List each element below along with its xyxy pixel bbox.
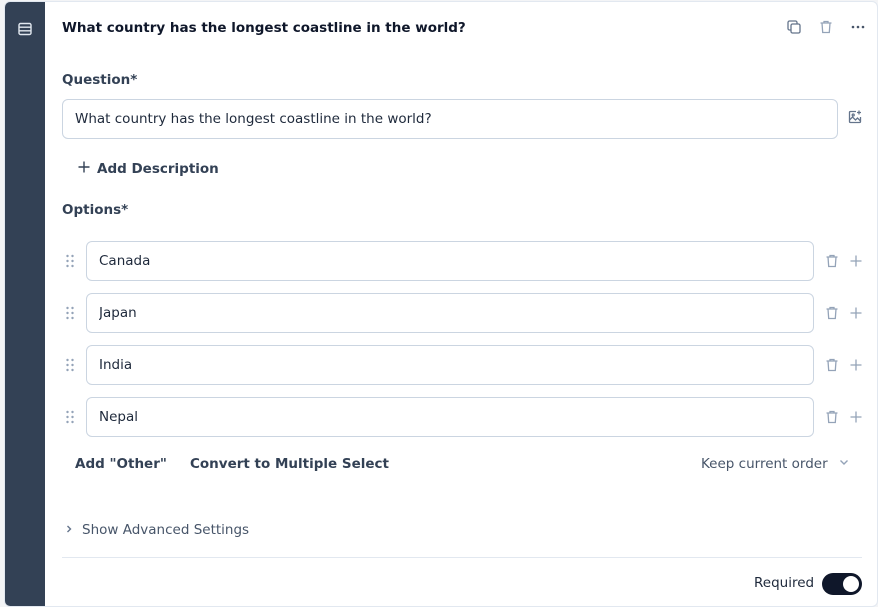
question-title: What country has the longest coastline i… <box>62 20 466 36</box>
divider <box>62 557 862 558</box>
drag-handle-icon[interactable] <box>64 305 76 321</box>
chevron-right-icon <box>64 522 74 538</box>
image-add-icon <box>847 109 863 129</box>
add-image-button[interactable] <box>845 109 865 129</box>
options-label: Options* <box>62 202 129 218</box>
delete-option-button[interactable] <box>822 407 842 427</box>
required-toggle[interactable] <box>822 573 862 595</box>
plus-icon <box>850 307 862 319</box>
required-label: Required <box>754 575 815 591</box>
trash-icon <box>826 254 838 268</box>
add-option-button[interactable] <box>846 251 866 271</box>
option-row <box>62 293 866 333</box>
advanced-settings-toggle[interactable]: Show Advanced Settings <box>64 522 249 538</box>
drag-handle-icon[interactable] <box>64 357 76 373</box>
option-input[interactable] <box>86 397 814 437</box>
trash-icon <box>826 358 838 372</box>
add-description-button[interactable]: Add Description <box>77 158 219 180</box>
convert-multiple-select-button[interactable]: Convert to Multiple Select <box>190 456 389 472</box>
plus-icon <box>850 359 862 371</box>
delete-option-button[interactable] <box>822 355 842 375</box>
plus-icon <box>77 160 91 178</box>
option-row <box>62 241 866 281</box>
order-select[interactable]: Keep current order <box>701 456 850 472</box>
drag-handle-icon[interactable] <box>64 253 76 269</box>
drag-handle-icon[interactable] <box>64 409 76 425</box>
add-option-button[interactable] <box>846 407 866 427</box>
order-select-label: Keep current order <box>701 456 828 472</box>
trash-icon <box>818 19 834 39</box>
question-input[interactable] <box>62 99 838 139</box>
chevron-down-icon <box>838 456 850 472</box>
delete-question-button[interactable] <box>816 19 836 39</box>
option-row <box>62 397 866 437</box>
trash-icon <box>826 306 838 320</box>
toggle-knob <box>843 576 859 592</box>
question-card: What country has the longest coastline i… <box>4 1 878 607</box>
plus-icon <box>850 255 862 267</box>
delete-option-button[interactable] <box>822 251 842 271</box>
option-input[interactable] <box>86 293 814 333</box>
question-label: Question* <box>62 72 138 88</box>
option-row <box>62 345 866 385</box>
plus-icon <box>850 411 862 423</box>
copy-icon <box>786 19 802 39</box>
duplicate-button[interactable] <box>784 19 804 39</box>
add-option-button[interactable] <box>846 355 866 375</box>
card-content: What country has the longest coastline i… <box>45 2 877 606</box>
list-icon <box>17 21 33 37</box>
advanced-settings-label: Show Advanced Settings <box>82 522 250 538</box>
more-options-button[interactable] <box>848 19 868 39</box>
add-option-button[interactable] <box>846 303 866 323</box>
more-icon <box>850 19 866 39</box>
card-rail <box>5 2 45 606</box>
trash-icon <box>826 410 838 424</box>
add-other-button[interactable]: Add "Other" <box>75 456 167 472</box>
option-input[interactable] <box>86 345 814 385</box>
option-input[interactable] <box>86 241 814 281</box>
delete-option-button[interactable] <box>822 303 842 323</box>
add-description-label: Add Description <box>97 161 219 177</box>
